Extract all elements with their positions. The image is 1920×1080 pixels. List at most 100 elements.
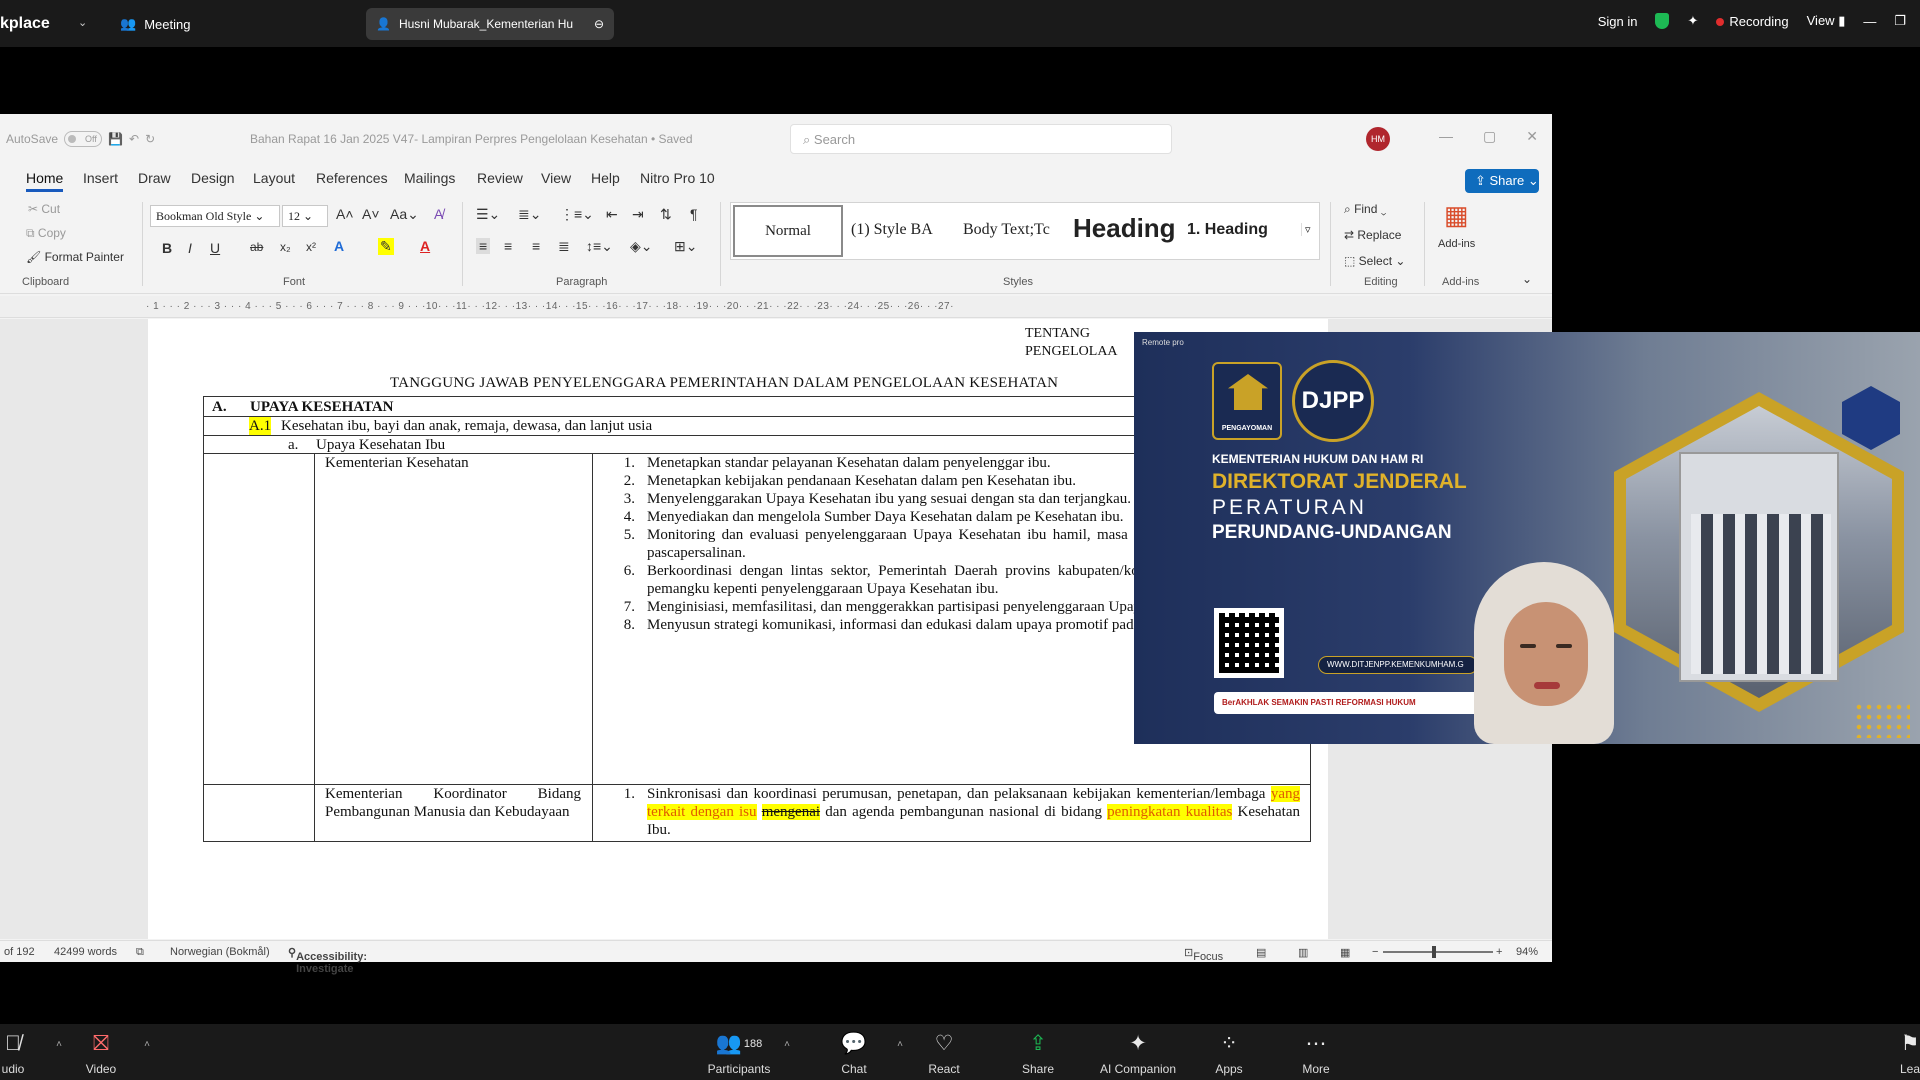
chevron-up-icon[interactable]: ˄ xyxy=(784,1039,790,1050)
read-mode-icon[interactable]: ▤ xyxy=(1256,946,1266,959)
style-heading[interactable]: Heading xyxy=(1073,213,1176,244)
web-layout-icon[interactable]: ▦ xyxy=(1340,946,1350,959)
style-body-text[interactable]: Body Text;Tc xyxy=(963,221,1050,239)
highlight-icon[interactable]: ✎ xyxy=(378,238,394,255)
redo-icon[interactable]: ↻ xyxy=(145,132,155,146)
language-status[interactable]: Norwegian (Bokmål) xyxy=(170,946,270,958)
print-layout-icon[interactable]: ▥ xyxy=(1298,946,1308,959)
find-button[interactable]: ⌕ Find ⌄ xyxy=(1344,202,1386,217)
chevron-up-icon[interactable]: ˄ xyxy=(144,1039,150,1050)
screen-share-indicator[interactable]: 👤 Husni Mubarak_Kementerian Hu ⊖ xyxy=(366,8,614,40)
grow-font-icon[interactable]: A˄ xyxy=(336,206,354,222)
bullets-icon[interactable]: ☰⌄ xyxy=(476,206,500,223)
bold-icon[interactable]: B xyxy=(162,240,172,256)
font-name-select[interactable]: Bookman Old Style ⌄ xyxy=(150,205,280,227)
add-ins-button[interactable]: Add-ins xyxy=(1438,238,1475,250)
add-ins-icon[interactable]: ▦ xyxy=(1444,200,1469,231)
save-icon[interactable]: 💾 xyxy=(108,132,123,146)
style-style-ba[interactable]: (1) Style BA xyxy=(851,221,933,239)
autosave-switch[interactable]: Off xyxy=(64,131,103,147)
tab-nitro[interactable]: Nitro Pro 10 xyxy=(640,170,715,186)
autosave-toggle[interactable]: AutoSave Off 💾 ↶ ↻ xyxy=(6,131,155,147)
align-right-icon[interactable]: ≡ xyxy=(532,238,540,254)
tab-insert[interactable]: Insert xyxy=(83,170,118,186)
react-button[interactable]: ♡ React xyxy=(899,1024,989,1080)
align-center-icon[interactable]: ≡ xyxy=(504,238,512,254)
superscript-icon[interactable]: x² xyxy=(306,240,316,254)
strikethrough-icon[interactable]: ab xyxy=(250,240,263,254)
sign-in-button[interactable]: Sign in xyxy=(1598,14,1638,29)
ai-companion-button[interactable]: ✦ AI Companion xyxy=(1093,1024,1183,1080)
audio-button[interactable]: 🎙̸ udio ˄ xyxy=(0,1024,62,1080)
justify-icon[interactable]: ≣ xyxy=(558,238,570,255)
tab-home[interactable]: Home xyxy=(26,170,64,192)
tab-mailings[interactable]: Mailings xyxy=(404,170,455,186)
close-icon[interactable]: ✕ xyxy=(1526,128,1538,145)
zoom-slider-handle[interactable] xyxy=(1432,946,1436,958)
accessibility-status[interactable]: ⚲ Accessibility: Investigate xyxy=(288,946,367,975)
meeting-button[interactable]: 👥 Meeting xyxy=(120,16,190,32)
collapse-ribbon-icon[interactable]: ⌄ xyxy=(1522,272,1532,286)
maximize-icon[interactable]: ▢ xyxy=(1483,128,1496,145)
font-color-icon[interactable]: A xyxy=(420,238,430,254)
share-screen-button[interactable]: ⇪ Share xyxy=(993,1024,1083,1080)
text-effects-icon[interactable]: A xyxy=(334,238,344,254)
maximize-icon[interactable]: ❐ xyxy=(1894,13,1906,29)
video-button[interactable]: ⛝ Video ˄ xyxy=(56,1024,150,1080)
borders-icon[interactable]: ⊞⌄ xyxy=(674,238,697,255)
tab-review[interactable]: Review xyxy=(477,170,523,186)
decrease-indent-icon[interactable]: ⇤ xyxy=(606,206,618,223)
style-heading-1[interactable]: 1. Heading xyxy=(1187,221,1268,239)
underline-icon[interactable]: U xyxy=(210,240,220,256)
italic-icon[interactable]: I xyxy=(188,240,192,256)
participants-button[interactable]: 👥 188 Participants ˄ xyxy=(694,1024,790,1080)
leave-button[interactable]: ⚑ Lea xyxy=(1880,1024,1920,1080)
more-icon[interactable]: ⊖ xyxy=(594,17,604,31)
tab-help[interactable]: Help xyxy=(591,170,620,186)
minimize-icon[interactable]: — xyxy=(1439,128,1453,145)
align-left-icon[interactable]: ≡ xyxy=(476,238,491,254)
shrink-font-icon[interactable]: A˅ xyxy=(362,206,380,222)
word-count[interactable]: 42499 words xyxy=(54,946,117,958)
page-count[interactable]: of 192 xyxy=(4,946,35,958)
zoom-level[interactable]: 94% xyxy=(1516,946,1538,958)
zoom-slider-track[interactable] xyxy=(1383,951,1493,953)
zoom-in-icon[interactable]: + xyxy=(1496,946,1502,958)
sparkle-icon[interactable]: ✦ xyxy=(1687,13,1698,29)
ruler[interactable]: · 1 · · · 2 · · · 3 · · · 4 · · · 5 · · … xyxy=(0,296,1552,318)
share-button[interactable]: ⇪ Share ⌄ xyxy=(1465,169,1539,193)
avatar[interactable]: HM xyxy=(1366,127,1390,151)
recording-status[interactable]: Recording xyxy=(1716,14,1789,29)
pilcrow-icon[interactable]: ¶ xyxy=(690,206,698,222)
style-normal[interactable]: Normal xyxy=(733,205,843,257)
numbering-icon[interactable]: ≣⌄ xyxy=(518,206,541,223)
apps-button[interactable]: ⁘ Apps xyxy=(1184,1024,1274,1080)
shading-icon[interactable]: ◈⌄ xyxy=(630,238,653,255)
chevron-down-icon[interactable]: ⌄ xyxy=(78,16,87,29)
undo-icon[interactable]: ↶ xyxy=(129,132,139,146)
shield-icon[interactable] xyxy=(1655,13,1670,29)
change-case-icon[interactable]: Aa⌄ xyxy=(390,206,419,223)
clear-formatting-icon[interactable]: A̸ xyxy=(434,206,443,222)
subscript-icon[interactable]: x₂ xyxy=(280,240,291,254)
line-spacing-icon[interactable]: ↕≡⌄ xyxy=(586,238,613,255)
tab-references[interactable]: References xyxy=(316,170,388,186)
participant-video[interactable]: Remote pro PENGAYOMAN DJPP KEMENTERIAN H… xyxy=(1134,332,1920,744)
zoom-out-icon[interactable]: − xyxy=(1372,946,1378,958)
sort-icon[interactable]: ⇅ xyxy=(660,206,672,223)
tab-design[interactable]: Design xyxy=(191,170,235,186)
tab-draw[interactable]: Draw xyxy=(138,170,171,186)
select-button[interactable]: ⬚ Select ⌄ xyxy=(1344,254,1405,268)
tab-layout[interactable]: Layout xyxy=(253,170,295,186)
cut-button[interactable]: ✂ Cut xyxy=(28,202,60,216)
multilevel-list-icon[interactable]: ⋮≡⌄ xyxy=(560,206,594,223)
more-button[interactable]: ⋯ More xyxy=(1271,1024,1361,1080)
tab-view[interactable]: View xyxy=(541,170,571,186)
replace-button[interactable]: ⇄ Replace xyxy=(1344,228,1401,242)
increase-indent-icon[interactable]: ⇥ xyxy=(632,206,644,223)
styles-more-icon[interactable]: ▿ xyxy=(1301,223,1311,236)
format-painter-button[interactable]: 🖌 Format Painter xyxy=(26,250,124,264)
focus-button[interactable]: ⊡ Focus xyxy=(1184,946,1223,963)
font-size-select[interactable]: 12 ⌄ xyxy=(282,205,328,227)
minimize-icon[interactable]: — xyxy=(1863,14,1876,29)
